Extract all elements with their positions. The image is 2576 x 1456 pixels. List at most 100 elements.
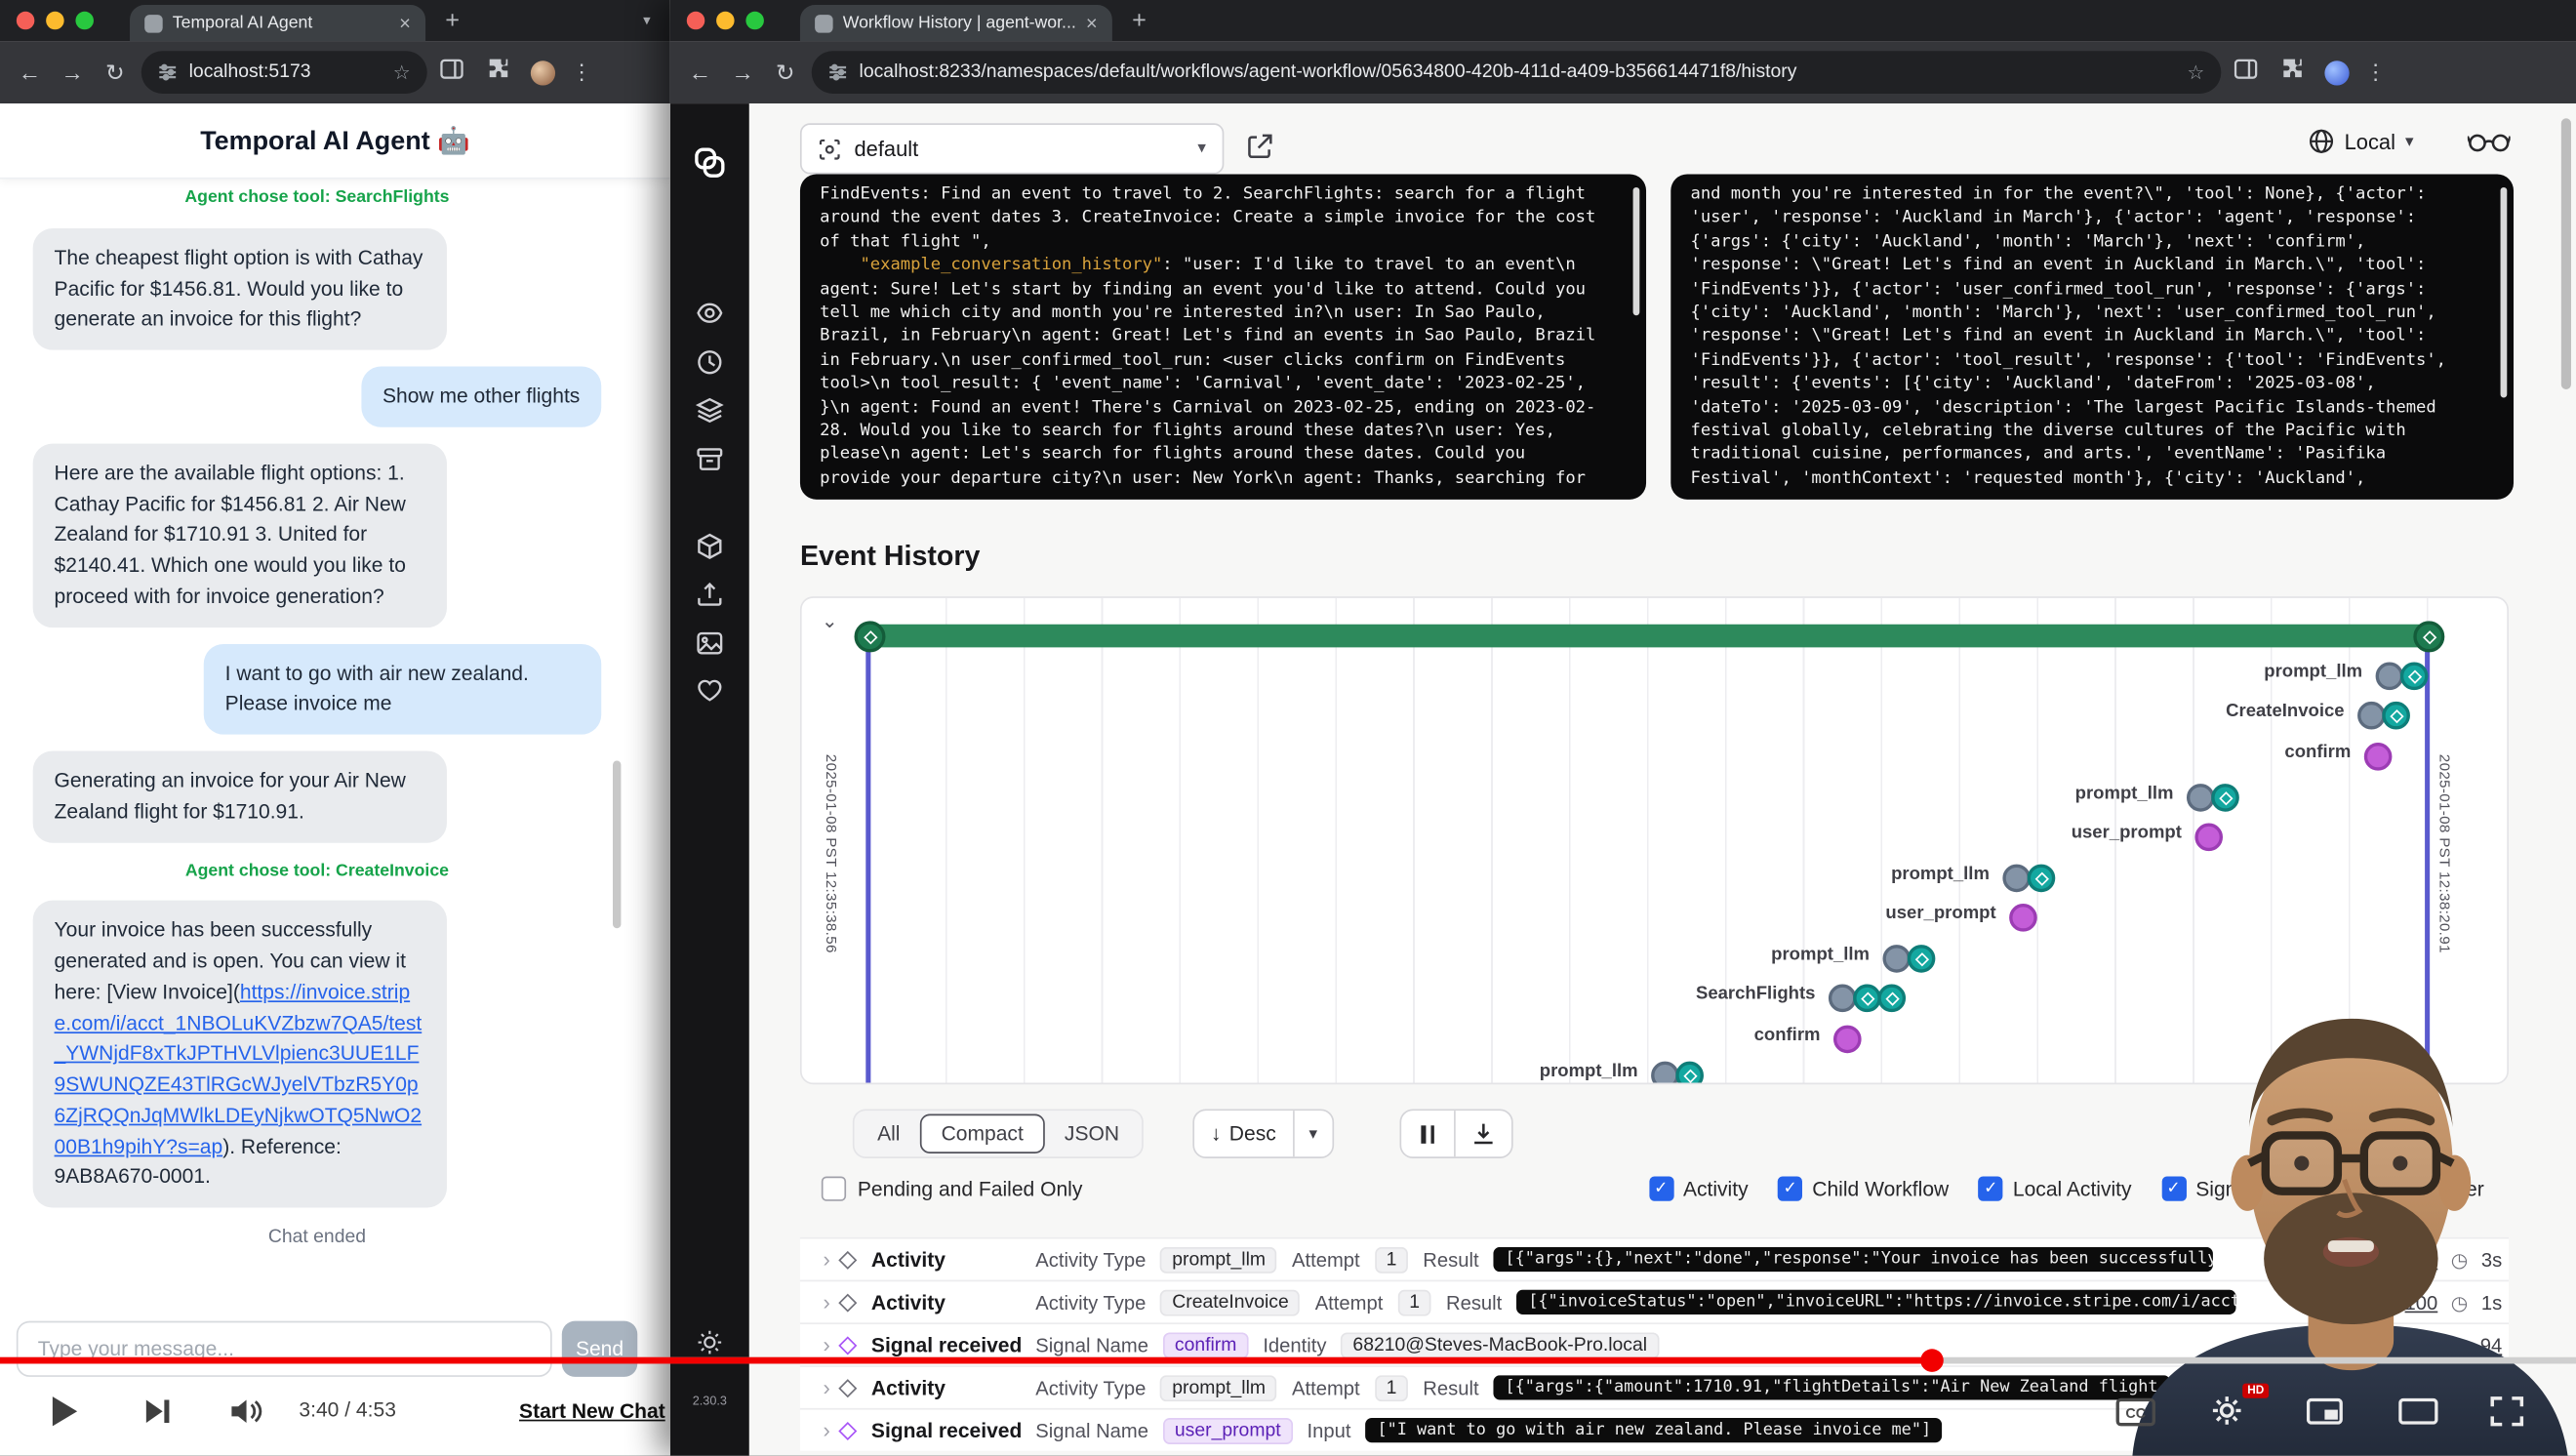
namespace-select[interactable]: default ▾ [800, 123, 1224, 174]
checkbox-icon[interactable] [2282, 1177, 2307, 1201]
checkbox-icon[interactable] [2161, 1177, 2186, 1201]
invoice-link[interactable]: https://invoice.stripe.com/i/acct_1NBOLu… [55, 981, 423, 1157]
event-badge[interactable]: prompt_llm [1160, 1246, 1276, 1273]
profile-avatar[interactable] [531, 60, 555, 84]
close-tab-icon[interactable]: × [399, 12, 411, 35]
archive-box-icon[interactable] [696, 445, 724, 481]
chat-scrollbar[interactable] [613, 761, 621, 929]
address-bar[interactable]: localhost:5173 ☆ [141, 51, 427, 94]
code-panel-left[interactable]: FindEvents: Find an event to travel to 2… [800, 174, 1646, 499]
workflow-end-marker[interactable] [2413, 621, 2444, 652]
checkbox-icon[interactable] [1778, 1177, 1802, 1201]
filter-checkbox[interactable]: Other [2398, 1177, 2484, 1201]
page-scrollbar[interactable] [2561, 118, 2571, 389]
video-progress-bar[interactable] [0, 1357, 2576, 1364]
address-bar[interactable]: localhost:8233/namespaces/default/workfl… [812, 51, 2222, 94]
view-tab[interactable]: Compact [920, 1114, 1045, 1153]
timeline-event-marker-signal[interactable] [2194, 824, 2223, 852]
reload-button[interactable]: ↻ [96, 59, 135, 87]
event-badge[interactable]: 1 [1397, 1289, 1430, 1315]
bookmark-star-icon[interactable]: ☆ [393, 61, 411, 84]
event-chip[interactable]: [{"invoiceStatus":"open","invoiceURL":"h… [1516, 1290, 2235, 1314]
forward-button[interactable]: → [53, 60, 92, 86]
view-tab[interactable]: All [858, 1114, 920, 1153]
side-panel-icon[interactable] [2225, 58, 2268, 87]
volume-button[interactable] [230, 1398, 263, 1433]
timeline-event-marker-signal[interactable] [2364, 743, 2393, 771]
new-tab-button[interactable]: + [1132, 7, 1147, 35]
download-icon[interactable] [1456, 1122, 1511, 1146]
play-button[interactable] [50, 1395, 79, 1436]
timeline-event-marker-activity[interactable] [1675, 1062, 1704, 1085]
event-badge-purple[interactable]: confirm [1163, 1332, 1248, 1358]
event-id-link[interactable]: 94 [2480, 1333, 2502, 1356]
filter-checkbox[interactable]: Local Activity [1979, 1177, 2132, 1201]
extensions-puzzle-icon[interactable] [476, 58, 519, 87]
event-id-link[interactable]: 100 [2405, 1291, 2438, 1314]
sort-desc-button[interactable]: ↓Desc [1194, 1122, 1293, 1146]
schedules-clock-icon[interactable] [696, 348, 724, 384]
back-button[interactable]: ← [10, 60, 49, 86]
site-info-icon[interactable] [158, 62, 178, 82]
message-input[interactable]: Type your message... [17, 1321, 552, 1377]
event-badge[interactable]: CreateInvoice [1160, 1289, 1300, 1315]
browser-tab[interactable]: Workflow History | agent-wor... × [800, 5, 1112, 41]
timeline-event-marker-activity[interactable] [2382, 702, 2410, 730]
timeline-event-marker-activity[interactable] [1908, 945, 1936, 973]
filter-checkbox[interactable]: Signal [2161, 1177, 2253, 1201]
checkbox-icon[interactable] [1649, 1177, 1673, 1201]
window-minimize-button[interactable] [716, 12, 735, 30]
filter-checkbox[interactable]: Timer [2282, 1177, 2368, 1201]
temporal-logo[interactable] [694, 146, 727, 187]
side-panel-icon[interactable] [430, 58, 473, 87]
window-zoom-button[interactable] [75, 12, 94, 30]
workflows-eye-icon[interactable] [696, 299, 724, 335]
tab-search-chevron-icon[interactable]: ▾ [643, 12, 651, 30]
back-button[interactable]: ← [680, 60, 719, 86]
checkbox-icon[interactable] [1979, 1177, 2003, 1201]
batch-stack-icon[interactable] [696, 396, 724, 432]
expand-caret-icon[interactable]: › [824, 1290, 830, 1314]
site-info-icon[interactable] [828, 62, 848, 82]
import-upload-icon[interactable] [696, 580, 724, 616]
event-row[interactable]: ›ActivityActivity Typeprompt_llmAttempt1… [800, 1237, 2509, 1280]
code-scrollbar[interactable] [2501, 187, 2508, 398]
event-badge[interactable]: 68210@Steves-MacBook-Pro.local [1342, 1332, 1659, 1358]
feedback-heart-icon[interactable] [696, 677, 724, 713]
close-tab-icon[interactable]: × [1086, 12, 1098, 35]
namespaces-cube-icon[interactable] [696, 533, 724, 569]
event-id-link[interactable]: 99 [2370, 1291, 2392, 1314]
code-panel-right[interactable]: and month you're interested in for the e… [1670, 174, 2514, 499]
captions-button[interactable]: CC [2116, 1398, 2155, 1427]
cluster-selector[interactable]: Local ▾ [2309, 128, 2414, 154]
timeline-event-marker-signal[interactable] [1833, 1026, 1862, 1054]
timeline-event-marker-activity[interactable] [2211, 784, 2239, 812]
bookmark-star-icon[interactable]: ☆ [2187, 61, 2204, 84]
profile-avatar[interactable] [2324, 60, 2349, 84]
checkbox-icon[interactable] [822, 1177, 846, 1201]
feedback-glasses-icon[interactable] [2468, 130, 2511, 161]
timeline-event-marker-signal[interactable] [2009, 904, 2037, 932]
theater-mode-button[interactable] [2398, 1398, 2437, 1433]
filter-checkbox[interactable]: Child Workflow [1778, 1177, 1949, 1201]
window-minimize-button[interactable] [46, 12, 64, 30]
browser-tab[interactable]: Temporal AI Agent × [130, 5, 425, 41]
filter-checkbox[interactable]: Activity [1649, 1177, 1749, 1201]
settings-gear-icon[interactable] [2211, 1395, 2242, 1434]
fullscreen-button[interactable] [2490, 1396, 2523, 1435]
pending-failed-checkbox[interactable]: Pending and Failed Only [822, 1177, 1083, 1201]
forward-button[interactable]: → [723, 60, 762, 86]
event-id-link[interactable]: 106 [2405, 1248, 2438, 1272]
view-tab[interactable]: JSON [1045, 1114, 1140, 1153]
timeline-event-marker-activity[interactable] [2400, 663, 2429, 691]
workflow-start-marker[interactable] [855, 621, 886, 652]
new-tab-button[interactable]: + [445, 7, 460, 35]
checkbox-icon[interactable] [2398, 1177, 2423, 1201]
kebab-menu-icon[interactable]: ⋮ [567, 60, 596, 86]
miniplayer-button[interactable] [2307, 1398, 2343, 1433]
code-scrollbar[interactable] [1633, 187, 1640, 315]
next-button[interactable] [144, 1398, 171, 1433]
timeline-event-marker-activity[interactable] [2028, 865, 2056, 893]
window-zoom-button[interactable] [745, 12, 764, 30]
kebab-menu-icon[interactable]: ⋮ [2360, 60, 2390, 86]
